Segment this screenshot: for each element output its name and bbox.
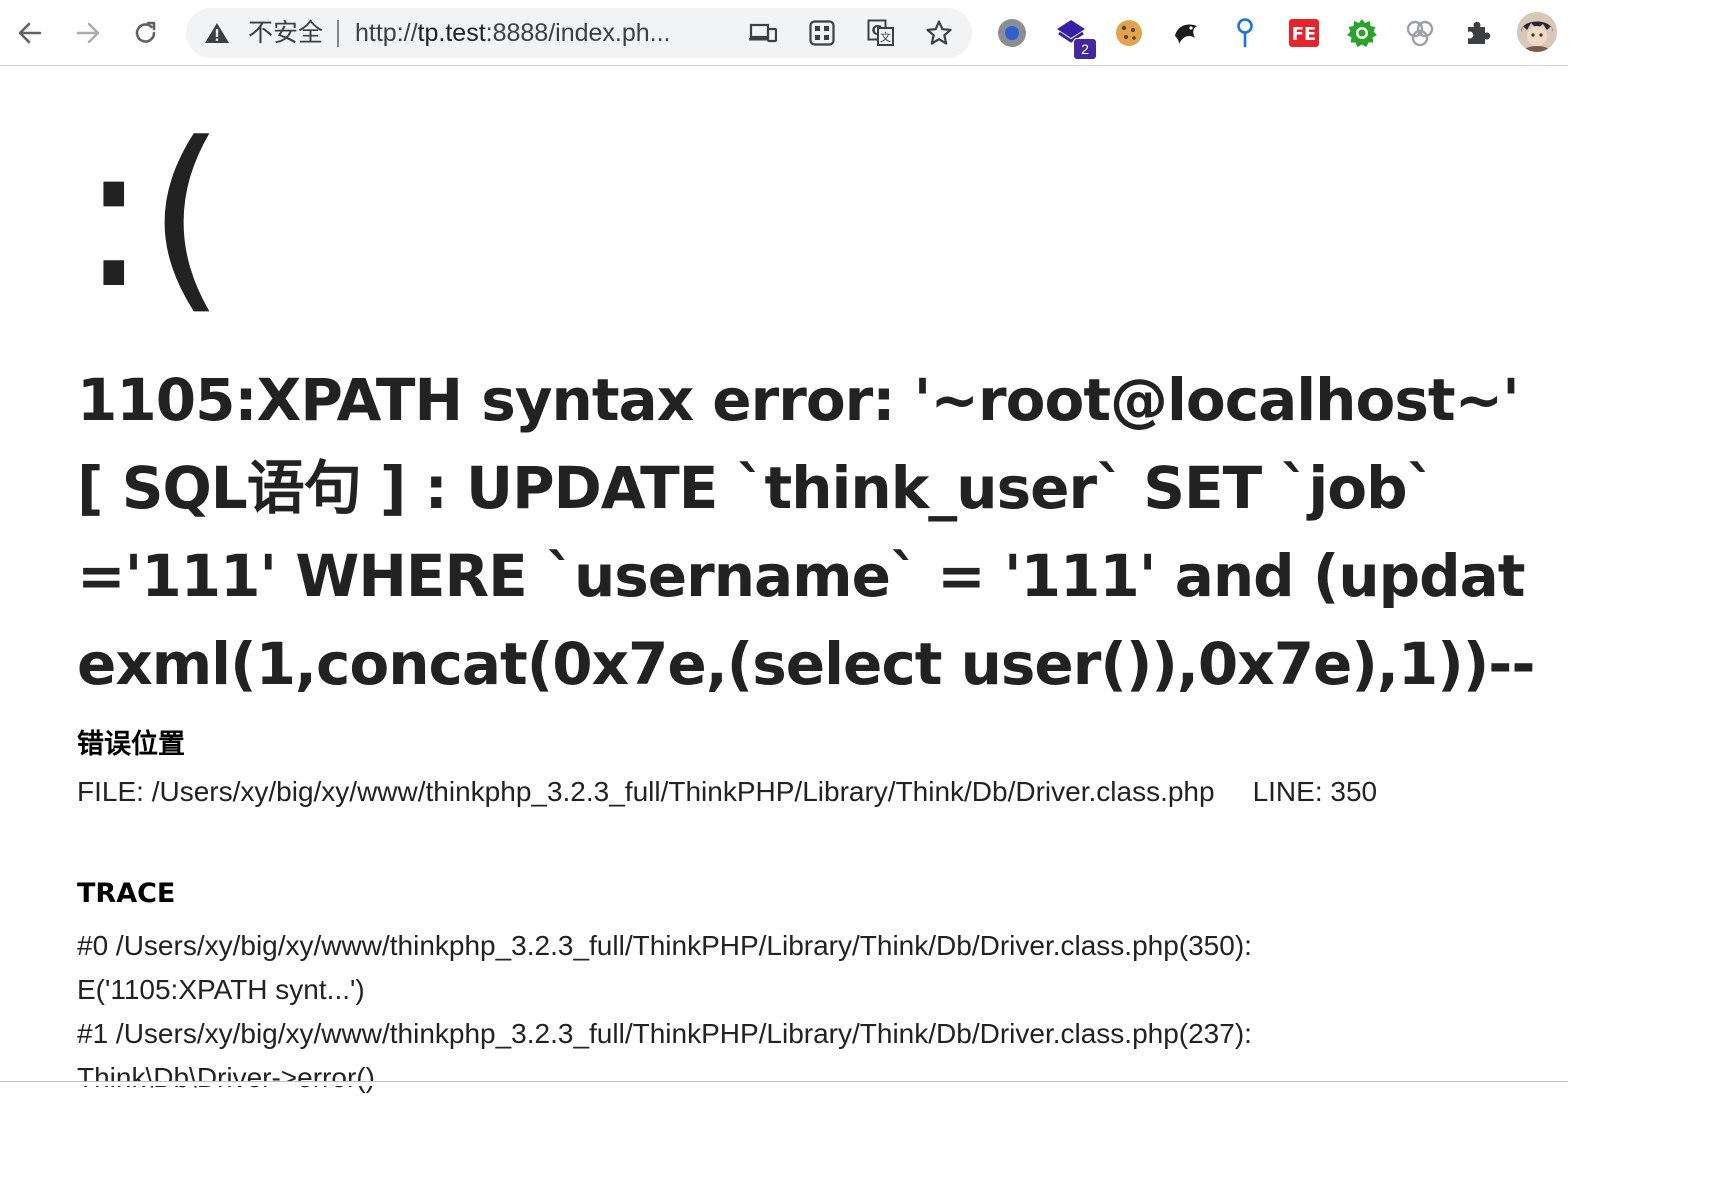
- trace-line: E('1105:XPATH synt...'): [77, 974, 365, 1005]
- extension-badge: 2: [1073, 38, 1097, 60]
- devices-icon: [749, 23, 777, 43]
- error-file-info: FILE: /Users/xy/big/xy/www/thinkphp_3.2.…: [77, 770, 1507, 814]
- extension-bird[interactable]: [1168, 14, 1206, 52]
- url-host: tp.test: [417, 19, 486, 47]
- file-label: FILE:: [77, 776, 144, 807]
- profile-avatar[interactable]: [1517, 12, 1557, 52]
- translate-button[interactable]: G 文: [866, 18, 896, 48]
- arrow-right-icon: [76, 22, 100, 44]
- forward-button[interactable]: [68, 13, 108, 53]
- extension-record[interactable]: [993, 14, 1031, 52]
- warning-icon: [205, 23, 229, 43]
- extension-cookie[interactable]: [1110, 14, 1148, 52]
- svg-text:文: 文: [880, 30, 891, 44]
- extension-rings[interactable]: [1401, 14, 1439, 52]
- fe-helper-icon: FE: [1289, 19, 1319, 47]
- puzzle-icon: [1468, 21, 1491, 44]
- svg-text:FE: FE: [1292, 24, 1317, 45]
- cookie-icon: [1116, 20, 1142, 46]
- security-status[interactable]: 不安全: [248, 20, 323, 46]
- file-path: /Users/xy/big/xy/www/thinkphp_3.2.3_full…: [151, 776, 1215, 807]
- url-scheme: http://: [355, 19, 418, 47]
- trace-line: #0 /Users/xy/big/xy/www/thinkphp_3.2.3_f…: [77, 930, 1252, 961]
- trace-list: #0 /Users/xy/big/xy/www/thinkphp_3.2.3_f…: [77, 924, 1517, 1100]
- url-text[interactable]: http://tp.test:8888/index.ph...: [355, 19, 671, 47]
- trace-line: Think\Db\Driver->error(): [77, 1062, 375, 1093]
- cast-device-button[interactable]: [748, 18, 778, 48]
- address-separator: [337, 20, 339, 47]
- address-bar[interactable]: 不安全 http://tp.test:8888/index.ph... G: [186, 8, 972, 58]
- bird-icon: [1175, 24, 1197, 44]
- bookmark-button[interactable]: [924, 18, 954, 48]
- qr-code-button[interactable]: [807, 18, 837, 48]
- back-button[interactable]: [10, 13, 50, 53]
- arrow-left-icon: [18, 22, 42, 44]
- url-path: :8888/index.ph...: [485, 19, 671, 47]
- avatar-image-icon: [1517, 12, 1557, 52]
- translate-icon: G 文: [867, 19, 894, 46]
- error-message: 1105:XPATH syntax error: '~root@localhos…: [77, 366, 1535, 698]
- window-bottom-edge: [0, 1081, 1568, 1086]
- star-icon: [926, 20, 952, 45]
- extension-pin[interactable]: [1226, 14, 1264, 52]
- green-gear-icon: [1347, 19, 1377, 47]
- reload-icon: [135, 21, 156, 43]
- extension-gear[interactable]: [1343, 14, 1381, 52]
- rings-icon: [1406, 20, 1434, 47]
- trace-line: #1 /Users/xy/big/xy/www/thinkphp_3.2.3_f…: [77, 1018, 1252, 1049]
- sad-face-emoticon: :(: [80, 100, 226, 333]
- browser-toolbar: 不安全 http://tp.test:8888/index.ph... G: [0, 0, 1568, 66]
- pin-icon: [1237, 18, 1253, 48]
- extension-fe[interactable]: FE: [1285, 14, 1323, 52]
- reload-button[interactable]: [126, 13, 166, 53]
- qr-code-icon: [809, 20, 835, 46]
- record-circle-icon: [998, 19, 1026, 47]
- extensions-menu-button[interactable]: [1459, 14, 1497, 52]
- line-label: LINE:: [1252, 776, 1323, 807]
- error-location-title: 错误位置: [77, 729, 185, 760]
- line-number: 350: [1330, 776, 1378, 807]
- trace-title: TRACE: [77, 878, 176, 909]
